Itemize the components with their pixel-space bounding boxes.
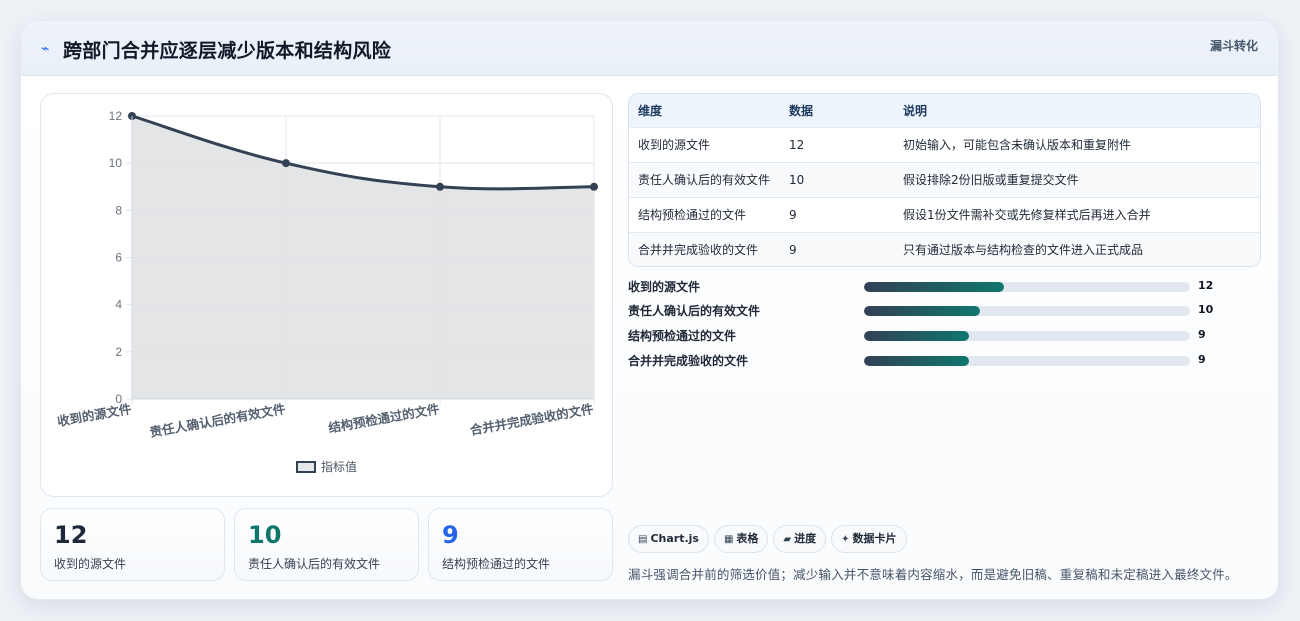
progress-label: 责任人确认后的有效文件 (628, 304, 761, 318)
column-header: 维度 (638, 103, 663, 118)
progress-value: 10 (1198, 303, 1214, 316)
y-tick-label: 12 (109, 109, 123, 123)
table-row: 责任人确认后的有效文件 10 假设排除2份旧版或重复提交文件 (629, 161, 1260, 197)
progress-value: 12 (1198, 279, 1214, 292)
chart-type-tag: 漏斗转化 (1209, 39, 1258, 53)
progress-label: 合并并完成验收的文件 (628, 354, 749, 368)
table-cell: 假设1份文件需补交或先修复样式后再进入合并 (894, 196, 1260, 232)
x-tick-label: 合并并完成验收的文件 (469, 401, 595, 438)
table-cell: 假设排除2份旧版或重复提交文件 (894, 161, 1260, 197)
stat-label: 收到的源文件 (54, 557, 127, 571)
y-tick-label: 4 (115, 298, 122, 312)
stat-label: 责任人确认后的有效文件 (248, 557, 381, 571)
y-tick-label: 2 (115, 345, 122, 359)
table-row: 合并并完成验收的文件 9 只有通过版本与结构检查的文件进入正式成品 (629, 231, 1260, 266)
data-point (590, 182, 598, 191)
chart-legend[interactable]: 指标值 (41, 458, 612, 475)
table-cell: 10 (780, 161, 894, 197)
feature-chips: ▤ Chart.js ▦ 表格 ▰ 进度 ✦ 数据卡片 (628, 525, 912, 553)
progress-fill (864, 331, 969, 341)
page-title: 跨部门合并应逐层减少版本和结构风险 (63, 40, 392, 62)
progress-label: 结构预检通过的文件 (628, 329, 737, 343)
progress-fill (864, 356, 969, 366)
table-icon: ▦ (723, 534, 734, 545)
x-tick-label: 结构预检通过的文件 (327, 401, 441, 435)
card-header: ⌁ 跨部门合并应逐层减少版本和结构风险 漏斗转化 (21, 21, 1278, 76)
progress-icon: ▰ (783, 534, 792, 545)
table-cell: 责任人确认后的有效文件 (629, 161, 780, 197)
table-cell: 合并并完成验收的文件 (629, 231, 780, 266)
table-cell: 只有通过版本与结构检查的文件进入正式成品 (894, 231, 1260, 266)
data-table: 维度 数据 说明 收到的源文件 12 初始输入，可能包含未确认版本和重复附件 责… (628, 93, 1261, 267)
chip-chartjs[interactable]: ▤ Chart.js (628, 525, 709, 553)
card-body: 0 2 4 6 8 10 12 收到的源文件 责任人确认后的有效文件 结构预检通过的文件 合并并完成… (21, 77, 1278, 599)
stat-label: 结构预检通过的文件 (442, 557, 551, 571)
chip-label: 表格 (736, 532, 759, 545)
table-cell: 9 (780, 231, 894, 266)
progress-track (864, 282, 1190, 292)
x-tick-label: 收到的源文件 (56, 401, 133, 429)
chip-label: 进度 (794, 532, 817, 545)
table-header-row: 维度 数据 说明 (629, 94, 1260, 127)
line-chart-panel: 0 2 4 6 8 10 12 收到的源文件 责任人确认后的有效文件 结构预检通过的文件 合并并完成… (40, 93, 613, 497)
column-header: 数据 (789, 103, 814, 118)
stat-value: 12 (54, 521, 88, 549)
y-tick-label: 8 (115, 203, 122, 217)
table-cell: 初始输入，可能包含未确认版本和重复附件 (894, 126, 1260, 162)
progress-row: 收到的源文件 12 (628, 278, 1268, 294)
progress-label: 收到的源文件 (628, 280, 701, 294)
legend-label: 指标值 (320, 460, 357, 474)
sparkle-icon: ✦ (841, 534, 850, 545)
chip-label: Chart.js (650, 532, 699, 545)
line-chart: 024681012收到的源文件 责任人确认后的有效文件 结构预检通过的文件 合并并完成… (56, 109, 598, 440)
pulse-icon: ⌁ (41, 41, 50, 57)
series-area-fill (132, 116, 594, 399)
progress-fill (864, 306, 981, 316)
progress-value: 9 (1198, 353, 1206, 366)
stat-value: 9 (442, 521, 459, 549)
progress-fill (864, 282, 1004, 292)
progress-track (864, 306, 1190, 316)
dashboard-card: ⌁ 跨部门合并应逐层减少版本和结构风险 漏斗转化 0 2 4 6 8 10 12 收到的源文件… (20, 20, 1279, 600)
chart-icon: ▤ (638, 534, 648, 545)
data-point (436, 182, 444, 191)
stat-value: 10 (248, 521, 282, 549)
legend-swatch (295, 461, 316, 473)
stat-card-received: 12 收到的源文件 (40, 508, 225, 581)
y-tick-label: 6 (115, 251, 122, 265)
data-point (282, 159, 290, 168)
progress-track (864, 331, 1190, 341)
stat-card-precheck: 9 结构预检通过的文件 (428, 508, 613, 581)
chip-table[interactable]: ▦ 表格 (713, 525, 769, 553)
table-row: 收到的源文件 12 初始输入，可能包含未确认版本和重复附件 (629, 126, 1260, 162)
progress-row: 责任人确认后的有效文件 10 (628, 302, 1268, 318)
progress-track (864, 356, 1190, 366)
progress-value: 9 (1198, 328, 1206, 341)
x-tick-label: 责任人确认后的有效文件 (148, 401, 287, 440)
chip-label: 数据卡片 (852, 532, 897, 545)
y-tick-label: 10 (109, 156, 123, 170)
table-row: 结构预检通过的文件 9 假设1份文件需补交或先修复样式后再进入合并 (629, 196, 1260, 232)
table-cell: 12 (780, 126, 894, 162)
progress-row: 结构预检通过的文件 9 (628, 327, 1268, 343)
chip-progress[interactable]: ▰ 进度 (773, 525, 827, 553)
progress-row: 合并并完成验收的文件 9 (628, 352, 1268, 368)
chip-data-cards[interactable]: ✦ 数据卡片 (831, 525, 907, 553)
stat-card-confirmed: 10 责任人确认后的有效文件 (234, 508, 419, 581)
table-cell: 9 (780, 196, 894, 232)
table-cell: 结构预检通过的文件 (629, 196, 780, 232)
column-header: 说明 (903, 103, 928, 118)
table-cell: 收到的源文件 (629, 126, 780, 162)
footnote: 漏斗强调合并前的筛选价值；减少输入并不意味着内容缩水，而是避免旧稿、重复稿和未定… (628, 567, 1238, 582)
